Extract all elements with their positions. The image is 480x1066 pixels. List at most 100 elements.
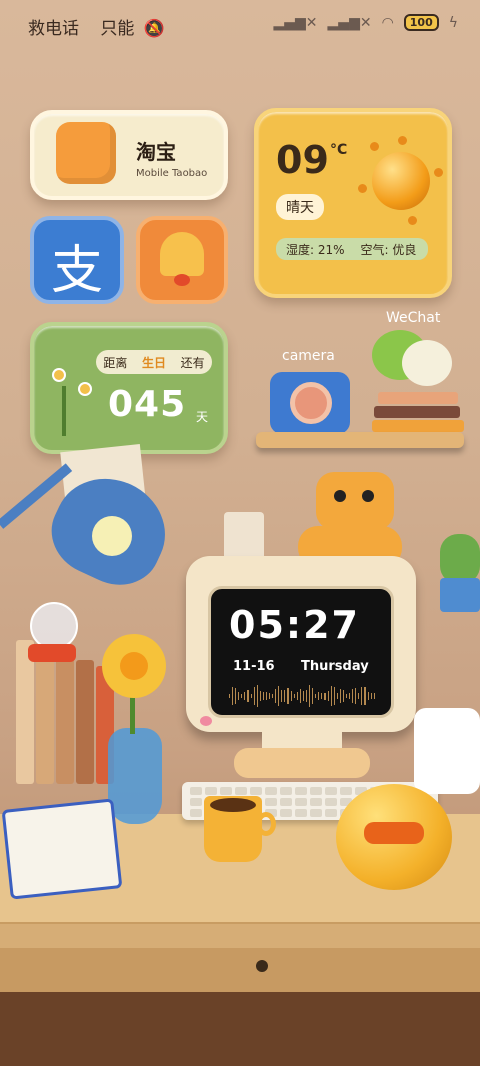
waveform-bar xyxy=(272,693,274,699)
waveform-bar xyxy=(232,687,234,705)
keyboard-key xyxy=(190,787,202,795)
waveform-bar xyxy=(342,690,344,702)
sun-ray-icon xyxy=(358,184,367,193)
waveform-bar xyxy=(318,692,320,700)
keyboard-key xyxy=(250,787,262,795)
daisy-center-icon xyxy=(54,370,64,380)
sun-ray-icon xyxy=(398,136,407,145)
mailbox-icon[interactable] xyxy=(414,708,480,794)
days-remaining: 045 xyxy=(108,384,187,425)
shopping-bag-icon xyxy=(56,122,116,184)
waveform-bar xyxy=(296,691,298,701)
monitor-neck xyxy=(262,730,342,750)
waveform-bar xyxy=(349,692,351,700)
ball-mouth xyxy=(364,822,424,844)
waveform-bar xyxy=(355,688,357,704)
wifi-icon: ◠ xyxy=(381,14,394,31)
book xyxy=(76,660,94,784)
camera-app-icon[interactable] xyxy=(270,372,350,434)
desk-drawer xyxy=(0,948,480,992)
keyboard-key xyxy=(310,798,322,806)
waveform-bar xyxy=(370,692,372,700)
waveform-bar xyxy=(345,693,348,699)
waveform-bar xyxy=(290,691,292,701)
cactus-pot xyxy=(440,578,480,612)
retro-monitor-clock-widget[interactable]: 05:27 11-16 Thursday xyxy=(186,556,416,732)
keyboard-key xyxy=(310,809,322,817)
mute-icon: 🔕 xyxy=(143,19,165,39)
keyboard-key xyxy=(280,798,292,806)
waveform-bar xyxy=(333,687,335,705)
sun-ray-icon xyxy=(434,168,443,177)
robot-eye-icon xyxy=(334,490,346,502)
temperature-unit: °C xyxy=(330,142,348,158)
waveform-bar xyxy=(259,690,261,702)
vase-icon xyxy=(108,728,162,824)
alipay-icon: 支 xyxy=(50,241,103,301)
pill-left: 距离 xyxy=(103,355,128,370)
camera-lens-icon xyxy=(290,382,332,424)
alipay-app-icon[interactable]: 支 xyxy=(30,216,124,304)
snow-globe-base xyxy=(28,644,76,662)
robot-app-icon[interactable] xyxy=(316,472,394,530)
air-quality: 空气: 优良 xyxy=(360,243,417,257)
weather-condition: 晴天 xyxy=(276,194,324,220)
waveform-bar xyxy=(305,689,308,703)
sun-ray-icon xyxy=(370,142,379,151)
waveform-bar xyxy=(244,691,246,701)
waveform-bar xyxy=(315,693,317,699)
waveform-bar xyxy=(250,693,252,699)
bell-app-icon[interactable] xyxy=(136,216,228,304)
waveform-bar xyxy=(275,688,277,704)
taobao-subtitle: Mobile Taobao xyxy=(136,168,208,179)
keyboard-key xyxy=(325,798,337,806)
status-left: 救电话 只能 🔕 xyxy=(28,14,165,39)
notebook-icon xyxy=(1,798,123,900)
keyboard-key xyxy=(280,809,292,817)
bell-icon xyxy=(160,232,204,276)
waveform-bar xyxy=(352,688,354,704)
taobao-title: 淘宝 xyxy=(136,140,176,164)
weather-widget[interactable]: 09 °C 晴天 湿度: 21% 空气: 优良 xyxy=(254,108,452,298)
birthday-pill: 距离 生日 还有 xyxy=(96,350,212,374)
clock-date: 11-16 xyxy=(233,659,275,674)
waveform-bar xyxy=(299,688,301,704)
floor xyxy=(0,992,480,1066)
waveform-bar xyxy=(278,685,280,707)
snow-globe-icon xyxy=(30,602,78,650)
keyboard-key xyxy=(325,787,337,795)
wechat-label: WeChat xyxy=(386,310,441,326)
sun-icon xyxy=(372,152,430,210)
keyboard-key xyxy=(295,787,307,795)
signal-icon-2: ▂▄▆✕ xyxy=(327,14,372,31)
sun-ray-icon xyxy=(408,216,417,225)
battery-indicator: 100 xyxy=(403,14,439,31)
humidity: 湿度: 21% xyxy=(286,243,345,257)
waveform-bar xyxy=(312,688,314,704)
wall-shelf xyxy=(256,432,464,448)
taobao-app-widget[interactable]: 淘宝 Mobile Taobao xyxy=(30,110,228,200)
birthday-countdown-widget[interactable]: 距离 生日 还有 045 天 xyxy=(30,322,228,454)
status-text-call: 救电话 xyxy=(28,19,79,39)
waveform-bar xyxy=(302,691,304,701)
waveform-bar xyxy=(229,694,231,698)
keyboard-key xyxy=(295,809,307,817)
waveform-bar xyxy=(238,692,240,700)
drawer-knob xyxy=(256,960,268,972)
book xyxy=(36,650,54,784)
waveform-bar xyxy=(284,690,286,702)
keyboard-key xyxy=(310,787,322,795)
waveform-bar xyxy=(241,693,243,699)
waveform-bar xyxy=(364,686,366,706)
pill-mid: 生日 xyxy=(141,355,166,370)
waveform-bar xyxy=(253,686,255,706)
waveform-bar xyxy=(235,687,237,705)
waveform-bar xyxy=(293,693,295,699)
book xyxy=(378,392,458,404)
stem-icon xyxy=(62,386,66,436)
waveform-bar xyxy=(324,692,326,700)
waveform-bar xyxy=(247,689,249,703)
keyboard-key xyxy=(235,787,247,795)
keyboard-key xyxy=(340,787,352,795)
book xyxy=(374,406,460,418)
